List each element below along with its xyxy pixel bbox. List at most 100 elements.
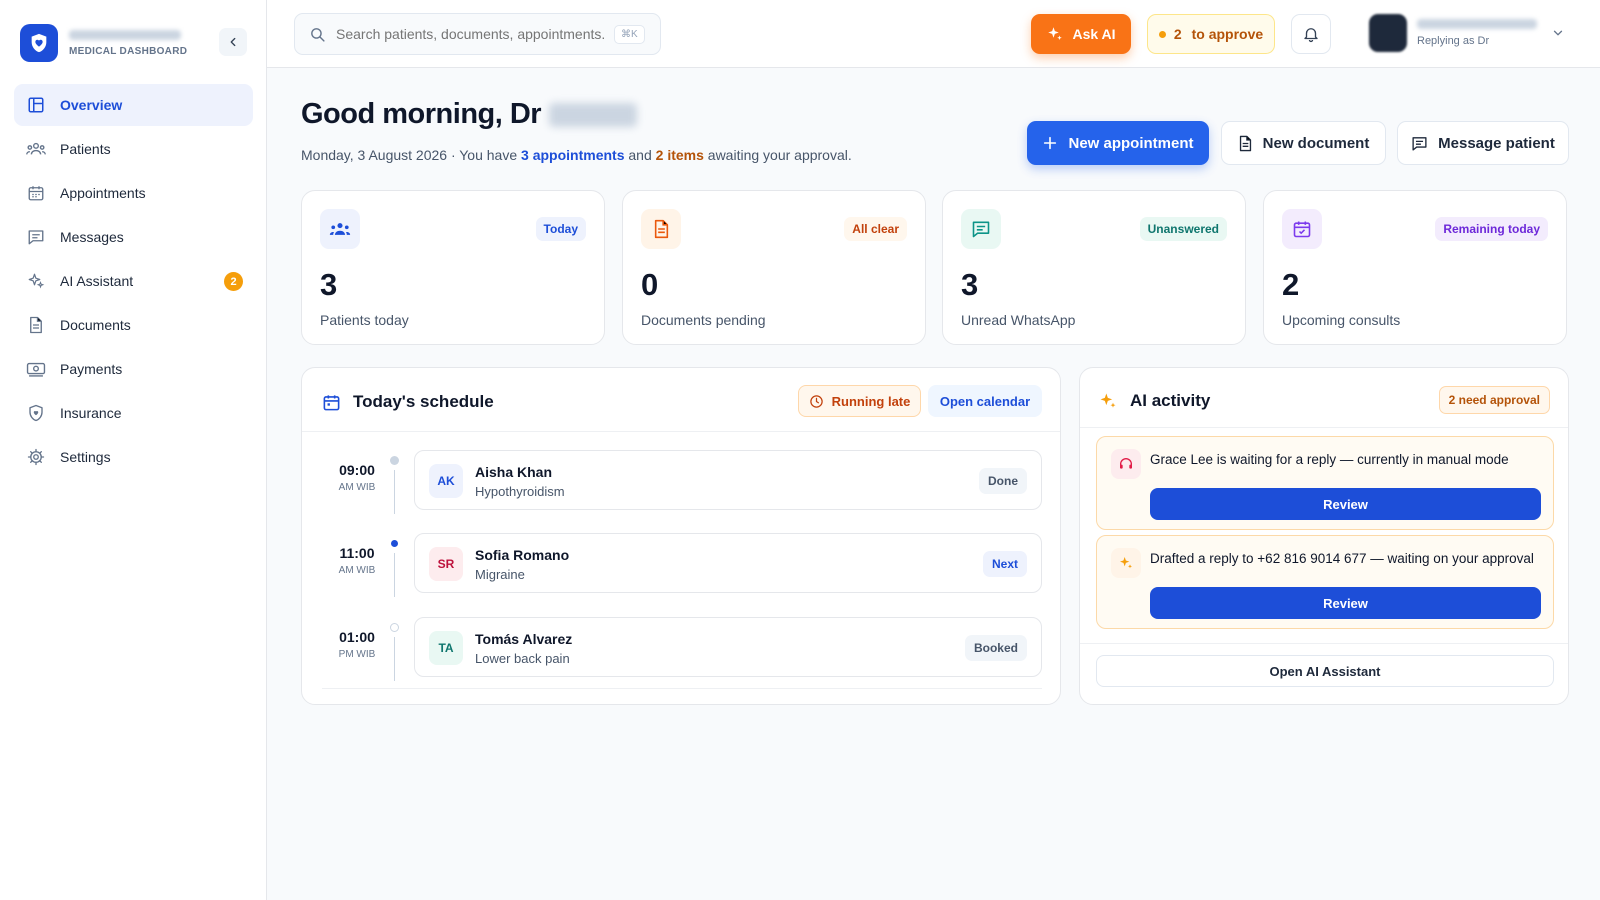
headset-icon — [1111, 449, 1141, 479]
page-title: Good morning, Dr — [301, 98, 637, 131]
chevron-left-icon — [230, 37, 236, 47]
sidebar-item-documents[interactable]: Documents — [14, 304, 253, 346]
ai-assistant-badge: 2 — [224, 272, 243, 291]
appointment-card[interactable]: TA Tomás Alvarez Lower back pain Booked — [414, 617, 1042, 677]
user-subtitle: Replying as Dr — [1417, 35, 1490, 47]
sidebar-item-appointments[interactable]: Appointments — [14, 172, 253, 214]
stat-card-whatsapp[interactable]: Unanswered 3 Unread WhatsApp — [942, 190, 1246, 345]
need-approval-badge: 2 need approval — [1438, 386, 1550, 414]
sidebar-item-messages[interactable]: Messages — [14, 216, 253, 258]
review-button[interactable]: Review — [1150, 587, 1541, 619]
timeline-dot — [391, 540, 398, 547]
divider — [322, 688, 1042, 689]
items-link[interactable]: 2 items — [656, 147, 704, 163]
to-approve-button[interactable]: 2 to approve — [1147, 14, 1275, 54]
layout-icon — [26, 95, 46, 115]
message-patient-label: Message patient — [1438, 134, 1555, 152]
notifications-button[interactable] — [1291, 14, 1331, 54]
clock-icon — [809, 394, 824, 409]
brand[interactable]: MEDICAL DASHBOARD — [20, 24, 187, 62]
message-icon — [961, 209, 1001, 249]
collapse-sidebar-button[interactable] — [219, 28, 247, 56]
document-icon — [641, 209, 681, 249]
patient-name: Tomás Alvarez — [475, 631, 573, 647]
stat-card-patients[interactable]: Today 3 Patients today — [301, 190, 605, 345]
document-icon — [1238, 135, 1253, 152]
cash-icon — [26, 359, 46, 379]
patient-initials: AK — [429, 464, 463, 498]
ai-activity-item: Drafted a reply to +62 816 9014 677 — wa… — [1096, 535, 1554, 629]
timeline-dot — [390, 623, 399, 632]
sidebar-item-label: Settings — [60, 449, 111, 465]
message-patient-button[interactable]: Message patient — [1397, 121, 1569, 165]
stat-value: 3 — [320, 267, 338, 302]
patient-initials: SR — [429, 547, 463, 581]
new-document-button[interactable]: New document — [1221, 121, 1386, 165]
slot-time-value: 11:00 — [339, 545, 375, 561]
calendar-check-icon — [1282, 209, 1322, 249]
sidebar-item-patients[interactable]: Patients — [14, 128, 253, 170]
slot-time: 09:00 AM WIB — [322, 462, 392, 493]
schedule-slot: 09:00 AM WIB AK Aisha Khan Hypothyroidis… — [322, 446, 1042, 530]
calendar-icon — [322, 393, 341, 412]
appointments-link[interactable]: 3 appointments — [521, 147, 624, 163]
search-bar[interactable]: ⌘K — [294, 13, 661, 55]
bell-icon — [1304, 28, 1318, 43]
patient-condition: Hypothyroidism — [475, 484, 565, 499]
user-menu[interactable]: Replying as Dr — [1369, 14, 1565, 52]
new-appointment-button[interactable]: New appointment — [1027, 121, 1209, 165]
sidebar-item-overview[interactable]: Overview — [14, 84, 253, 126]
sidebar-item-label: Appointments — [60, 185, 146, 201]
slot-period: PM WIB — [338, 649, 376, 660]
running-late-button[interactable]: Running late — [798, 385, 921, 417]
sidebar-nav: Overview Patients Appointments Messages … — [14, 84, 253, 480]
sidebar-item-ai-assistant[interactable]: AI Assistant 2 — [14, 260, 253, 302]
slot-time: 01:00 PM WIB — [322, 629, 392, 660]
approve-label: to approve — [1191, 26, 1264, 42]
new-appointment-label: New appointment — [1068, 134, 1194, 152]
slot-period: AM WIB — [338, 482, 376, 493]
greeting-text: Good morning, Dr — [301, 98, 542, 130]
sidebar-item-label: Insurance — [60, 405, 122, 421]
sidebar: MEDICAL DASHBOARD Overview Patients Appo… — [0, 0, 267, 900]
schedule-header: Today's schedule — [322, 392, 494, 412]
schedule-slot: 01:00 PM WIB TA Tomás Alvarez Lower back… — [322, 613, 1042, 697]
gear-icon — [26, 447, 46, 467]
doctor-name-redacted — [548, 103, 637, 128]
ask-ai-label: Ask AI — [1072, 26, 1116, 42]
date-text: Monday, 3 August 2026 · You have — [301, 147, 518, 163]
sidebar-item-insurance[interactable]: Insurance — [14, 392, 253, 434]
ai-activity-text: Drafted a reply to +62 816 9014 677 — wa… — [1150, 551, 1534, 566]
users-icon — [320, 209, 360, 249]
and-text: and — [628, 147, 652, 163]
running-late-label: Running late — [831, 393, 911, 409]
ask-ai-button[interactable]: Ask AI — [1031, 14, 1131, 54]
stat-card-documents[interactable]: All clear 0 Documents pending — [622, 190, 926, 345]
appointment-card[interactable]: AK Aisha Khan Hypothyroidism Done — [414, 450, 1042, 510]
stat-label: Unread WhatsApp — [961, 312, 1076, 328]
topbar: ⌘K Ask AI 2 to approve Replying as Dr — [267, 0, 1600, 68]
open-calendar-button[interactable]: Open calendar — [928, 385, 1042, 417]
sidebar-item-settings[interactable]: Settings — [14, 436, 253, 478]
sidebar-item-payments[interactable]: Payments — [14, 348, 253, 390]
stat-value: 0 — [641, 267, 659, 302]
document-icon — [26, 315, 46, 335]
avatar — [1369, 14, 1407, 52]
stat-chip: Today — [535, 217, 586, 241]
stat-card-consults[interactable]: Remaining today 2 Upcoming consults — [1263, 190, 1567, 345]
message-icon — [26, 227, 46, 247]
chevron-down-icon — [1553, 30, 1563, 36]
appointment-card[interactable]: SR Sofia Romano Migraine Next — [414, 533, 1042, 593]
sidebar-item-label: Messages — [60, 229, 124, 245]
search-input[interactable] — [336, 26, 606, 42]
open-ai-assistant-button[interactable]: Open AI Assistant — [1096, 655, 1554, 687]
stat-value: 2 — [1282, 267, 1300, 302]
review-button[interactable]: Review — [1150, 488, 1541, 520]
status-badge: Booked — [964, 635, 1027, 661]
status-badge: Next — [982, 551, 1027, 577]
clinic-name-redacted — [69, 29, 181, 40]
ai-activity-text: Grace Lee is waiting for a reply — curre… — [1150, 452, 1509, 467]
calendar-icon — [26, 183, 46, 203]
shield-icon — [26, 403, 46, 423]
sidebar-item-label: Patients — [60, 141, 111, 157]
